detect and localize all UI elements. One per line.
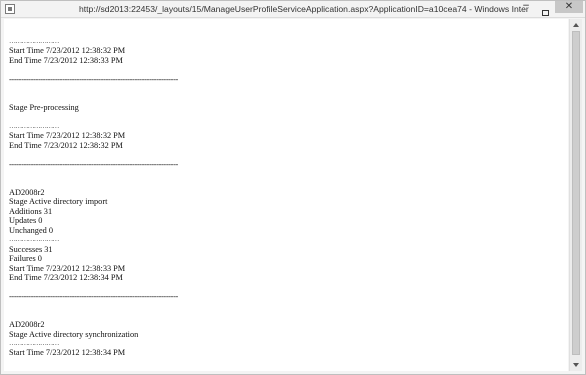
log-short-rule: …………………… bbox=[9, 121, 59, 130]
log-separator: ----------------------------------------… bbox=[9, 291, 178, 301]
log-line: Stage Active directory import bbox=[9, 197, 108, 207]
log-line: Stage Pre-processing bbox=[9, 103, 79, 113]
maximize-icon bbox=[541, 10, 549, 16]
log-short-rule: …………………… bbox=[9, 235, 59, 244]
log-separator: ----------------------------------------… bbox=[9, 159, 178, 169]
sync-log: …………………… Start Time 7/23/2012 12:38:32 PM… bbox=[9, 37, 529, 371]
maximize-button[interactable] bbox=[536, 1, 554, 16]
minimize-button[interactable]: − bbox=[517, 1, 535, 13]
log-separator: ----------------------------------------… bbox=[9, 367, 529, 371]
scroll-up-arrow-icon[interactable] bbox=[573, 23, 579, 27]
title-bar[interactable]: http://sd2013:22453/_layouts/15/ManageUs… bbox=[1, 1, 585, 18]
log-line: Start Time 7/23/2012 12:38:32 PM bbox=[9, 131, 126, 141]
log-line: End Time 7/23/2012 12:38:34 PM bbox=[9, 272, 123, 282]
log-line: Start Time 7/23/2012 12:38:34 PM bbox=[9, 348, 126, 358]
log-short-rule: …………………… bbox=[9, 37, 59, 45]
log-line: Successes 31 bbox=[9, 244, 53, 254]
close-button[interactable]: ✕ bbox=[555, 1, 583, 13]
ie-app-icon[interactable] bbox=[5, 4, 15, 14]
scroll-down-arrow-icon[interactable] bbox=[573, 363, 579, 367]
browser-window: http://sd2013:22453/_layouts/15/ManageUs… bbox=[0, 0, 586, 375]
log-line: End Time 7/23/2012 12:38:32 PM bbox=[9, 140, 123, 150]
log-line: Failures 0 bbox=[9, 254, 42, 264]
log-line: End Time 7/23/2012 12:38:33 PM bbox=[9, 55, 123, 65]
page-content: …………………… Start Time 7/23/2012 12:38:32 PM… bbox=[4, 19, 568, 371]
log-line: Updates 0 bbox=[9, 216, 43, 226]
log-short-rule: …………………… bbox=[9, 339, 59, 347]
vertical-scrollbar[interactable] bbox=[569, 19, 582, 371]
log-line: Additions 31 bbox=[9, 206, 53, 216]
log-line: Start Time 7/23/2012 12:38:33 PM bbox=[9, 263, 126, 273]
window-title: http://sd2013:22453/_layouts/15/ManageUs… bbox=[79, 4, 529, 14]
log-line: Start Time 7/23/2012 12:38:32 PM bbox=[9, 46, 126, 56]
scroll-thumb[interactable] bbox=[572, 31, 580, 355]
log-line: Stage Active directory synchronization bbox=[9, 329, 139, 339]
log-line: AD2008r2 bbox=[9, 320, 45, 330]
log-line: AD2008r2 bbox=[9, 188, 45, 197]
log-separator: ----------------------------------------… bbox=[9, 74, 178, 84]
log-line: Unchanged 0 bbox=[9, 225, 54, 235]
